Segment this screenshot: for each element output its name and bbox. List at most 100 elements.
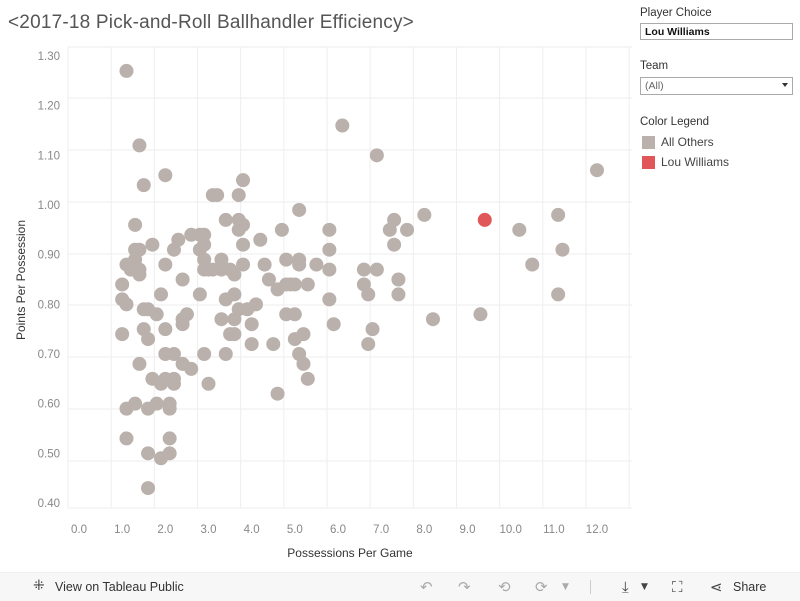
team-value: (All) — [645, 80, 664, 92]
revert-icon[interactable]: ⟲ — [498, 578, 511, 596]
data-point — [274, 222, 289, 237]
data-point — [266, 337, 281, 352]
data-point — [162, 401, 177, 416]
data-point — [149, 307, 164, 322]
data-point — [244, 317, 259, 332]
data-point — [192, 287, 207, 302]
data-point — [300, 371, 315, 386]
data-point — [555, 242, 570, 257]
data-point — [322, 292, 337, 307]
data-point — [236, 173, 251, 188]
data-point — [166, 376, 181, 391]
y-tick-label: 0.50 — [38, 448, 60, 460]
data-point — [145, 237, 160, 252]
x-tick-label: 0.0 — [71, 524, 87, 536]
y-tick-label: 1.00 — [38, 200, 60, 212]
data-point — [391, 272, 406, 287]
data-point — [287, 277, 302, 292]
data-point — [132, 138, 147, 153]
data-point — [512, 222, 527, 237]
team-dropdown[interactable]: (All) — [640, 77, 793, 95]
data-point — [369, 262, 384, 277]
data-point — [231, 188, 246, 203]
data-point — [197, 347, 212, 361]
data-point — [141, 446, 156, 461]
data-point — [326, 317, 341, 332]
x-tick-label: 4.0 — [244, 524, 260, 536]
fullscreen-icon[interactable]: ⛶ — [672, 578, 683, 596]
chevron-down-icon — [782, 83, 788, 87]
x-tick-labels: 0.0 1.0 2.0 3.0 4.0 5.0 6.0 7.0 8.0 9.0 10.0 11.0 12… — [71, 524, 608, 536]
data-point — [365, 322, 380, 337]
color-legend-title: Color Legend — [640, 116, 710, 128]
data-point — [119, 431, 134, 446]
x-tick-label: 2.0 — [157, 524, 173, 536]
x-tick-label: 12.0 — [586, 524, 608, 536]
y-axis-label: Points Per Possession — [14, 220, 28, 340]
data-point — [391, 287, 406, 302]
data-point — [227, 312, 242, 327]
x-tick-label: 7.0 — [373, 524, 389, 536]
x-tick-label: 5.0 — [287, 524, 303, 536]
download-icon[interactable]: ⤓ — [622, 578, 629, 596]
toolbar-divider — [590, 580, 591, 594]
data-point — [115, 277, 130, 292]
share-button[interactable]: Share — [733, 580, 766, 594]
data-point — [158, 322, 173, 337]
x-axis-label: Possessions Per Game — [287, 546, 413, 560]
x-tick-label: 11.0 — [543, 524, 565, 536]
data-point — [115, 327, 130, 342]
y-tick-label: 1.10 — [38, 150, 60, 162]
y-tick-label: 0.90 — [38, 250, 60, 262]
redo-icon[interactable]: ↷ — [458, 578, 471, 596]
data-point — [214, 312, 229, 327]
legend-swatch — [642, 136, 655, 149]
data-point — [335, 118, 350, 133]
data-point — [270, 386, 285, 401]
data-point — [218, 347, 233, 361]
tableau-logo-icon: ⁜ — [33, 578, 45, 594]
scatter-chart: 0.0 1.0 2.0 3.0 4.0 5.0 6.0 7.0 8.0 9.0 10.0 11.0 12… — [14, 46, 632, 560]
data-point — [400, 222, 415, 237]
undo-icon[interactable]: ↶ — [420, 578, 433, 596]
x-tick-label: 6.0 — [330, 524, 346, 536]
share-icon[interactable]: ⋖ — [710, 578, 723, 596]
data-point — [361, 337, 376, 352]
player-choice-label: Player Choice — [640, 7, 712, 19]
view-on-tableau-public-link[interactable]: View on Tableau Public — [55, 580, 184, 594]
data-point — [525, 257, 540, 272]
data-point — [417, 207, 432, 222]
data-point — [136, 178, 151, 193]
data-point — [425, 312, 440, 327]
data-point — [158, 168, 173, 183]
refresh-icon[interactable]: ⟳ — [535, 578, 548, 596]
data-point — [171, 232, 186, 247]
data-point — [210, 188, 225, 203]
x-tick-label: 1.0 — [114, 524, 130, 536]
data-point — [197, 237, 212, 252]
data-point — [227, 287, 242, 302]
data-point — [141, 332, 156, 347]
dropdown-arrow-icon[interactable]: ▼ — [562, 582, 569, 592]
data-point — [257, 257, 272, 272]
x-tick-label: 3.0 — [201, 524, 217, 536]
data-point — [141, 481, 156, 496]
grid-lines — [67, 46, 632, 509]
x-tick-label: 8.0 — [416, 524, 432, 536]
data-point — [248, 297, 263, 312]
chart-title: <2017-18 Pick-and-Roll Ballhandler Effic… — [8, 12, 414, 33]
data-point — [296, 356, 311, 371]
player-choice-input[interactable]: Lou Williams — [640, 23, 793, 40]
y-tick-label: 0.60 — [38, 399, 60, 411]
legend-label: All Others — [661, 135, 714, 149]
data-point — [551, 207, 566, 222]
download-dropdown-icon[interactable]: ▼ — [641, 582, 648, 592]
legend-label: Lou Williams — [661, 155, 730, 169]
data-point — [253, 232, 268, 247]
data-point — [223, 327, 238, 342]
data-point — [184, 361, 199, 376]
data-point — [218, 212, 233, 227]
data-point — [473, 307, 488, 322]
data-point — [361, 287, 376, 302]
data-point — [369, 148, 384, 163]
